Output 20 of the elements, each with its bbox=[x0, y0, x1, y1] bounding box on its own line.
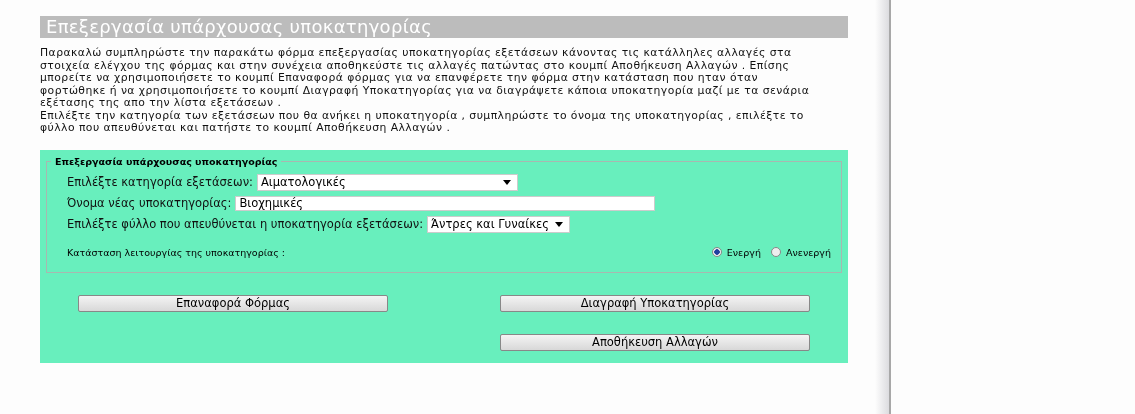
dropdown[interactable]: Αιματολογικές bbox=[256, 173, 518, 191]
caret-icon bbox=[502, 179, 511, 185]
text-field[interactable]: Βιοχημικές bbox=[235, 195, 656, 211]
radio-button[interactable] bbox=[770, 247, 781, 257]
field-label: Όνομα νέας υποκατηγορίας: bbox=[67, 196, 232, 210]
form-button[interactable]: Διαγραφή Υποκατηγορίας bbox=[500, 294, 810, 312]
instruction-paragraph: Παρακαλώ συμπληρώστε την παρακάτω φόρμα επεξεργασίας υποκατηγορίας εξετάσεων κάνοντας τις κατάλληλες αλλαγές στα στοιχεία ελέγχου της φόρμας και στην συνέχεια αποθηκεύστε τις αλλαγές πατώντας στο κουμπί Αποθήκευση Αλλαγών . Επίσης μπορείτε να χρησιμοποιήσετε το κουμπί Επαναφορά φόρμας για να επανφέρετε την φόρμα στην κατάσταση που ηταν όταν φορτώθηκε ή να χρησιμοποιήσετε το κουμπί Διαγραφή Υποκατηγορίας για να διαγράψετε κάποια υποκατηγορία μαζί με τα σενάρια εξέτασης της απο την λίστα εξετάσεων . bbox=[40, 47, 811, 110]
field-label: Επιλέξτε φύλλο που απευθύνεται η υποκατηγορία εξετάσεων: bbox=[67, 217, 424, 231]
caret-icon bbox=[554, 221, 563, 227]
instruction-paragraph: Επιλέξτε την κατηγορία των εξετάσεων που θα ανήκει η υποκατηγορία , συμπληρώστε το όνομα της υποκατηγορίας , επιλέξτε το φύλλο που απευθύνεται και πατήστε το κουμπί Αποθήκευση Αλλαγών . bbox=[40, 109, 805, 135]
page-title: Επεξεργασία υπάρχουσας υποκατηγορίας bbox=[40, 16, 848, 38]
radio-button[interactable] bbox=[711, 247, 722, 257]
status-label: Κατάσταση λειτουργίας της υποκατηγορίας : bbox=[67, 246, 285, 258]
radio-label: Ανενεργή bbox=[785, 246, 831, 258]
field-label: Επιλέξτε κατηγορία εξετάσεων: bbox=[67, 175, 253, 189]
radio-label: Ενεργή bbox=[726, 246, 761, 258]
dropdown[interactable]: Άντρες και Γυναίκες bbox=[427, 215, 570, 233]
form-button[interactable]: Επαναφορά Φόρμας bbox=[78, 294, 388, 312]
form-button[interactable]: Αποθήκευση Αλλαγών bbox=[500, 333, 810, 351]
group-legend: Επεξεργασία υπάρχουσας υποκατηγορίας bbox=[51, 155, 282, 167]
